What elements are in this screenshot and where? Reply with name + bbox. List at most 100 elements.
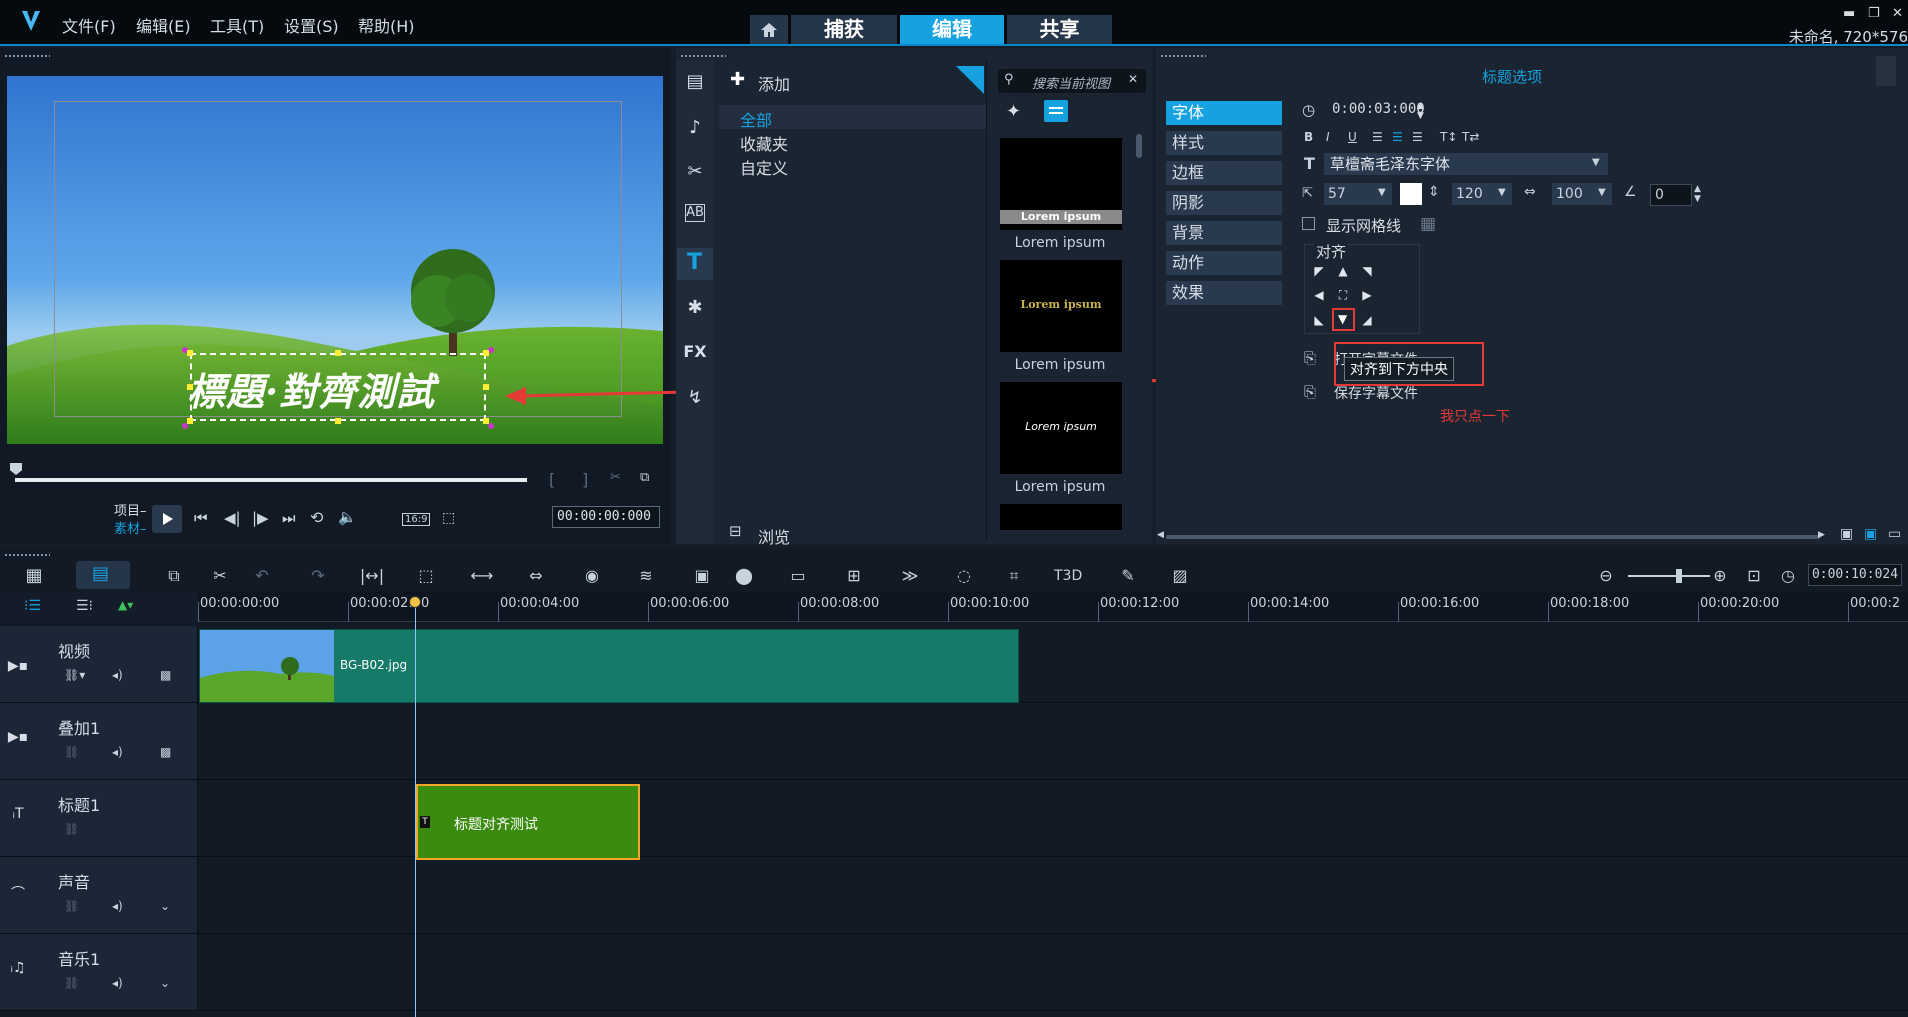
volume-icon[interactable]: 🔈 (338, 508, 357, 526)
close-icon[interactable]: ✕ (1892, 6, 1903, 21)
timecode-field[interactable]: 00:00:00:000 (552, 506, 660, 528)
browse-icon[interactable]: ⊟ (729, 522, 742, 540)
text-direction-icon[interactable]: T⇄ (1462, 130, 1479, 144)
zoom-in-icon[interactable]: ⊕ (1706, 564, 1734, 588)
tab-background[interactable]: 背景 (1166, 221, 1282, 245)
crop-mode-icon[interactable]: ⬚ (442, 510, 455, 526)
volume-icon[interactable]: ◂) (112, 668, 123, 682)
align-right-icon[interactable]: ☰ (1412, 130, 1423, 144)
align-bottom-left-icon[interactable]: ◣ (1312, 313, 1326, 327)
slip-icon[interactable]: ⟷ (468, 564, 496, 588)
align-top-center-icon[interactable]: ▲ (1336, 264, 1350, 278)
menu-edit[interactable]: 编辑(E) (136, 13, 191, 37)
view-mode-icon[interactable]: ▭ (1888, 526, 1901, 542)
repeat-icon[interactable]: ⟲ (310, 508, 323, 527)
category-favorites[interactable]: 收藏夹 (740, 131, 788, 155)
view-mode-icon[interactable]: ▣ (1864, 526, 1877, 542)
template-icon[interactable]: AB (685, 204, 705, 222)
restore-icon[interactable]: ❐ (1868, 6, 1880, 21)
search-box[interactable]: ⚲ 搜索当前视图 ✕ (998, 69, 1146, 93)
expand-icon[interactable]: ⌄ (160, 899, 170, 913)
show-grid-checkbox[interactable] (1302, 217, 1315, 230)
show-grid-label[interactable]: 显示网格线 (1326, 215, 1401, 236)
chevron-down-icon[interactable]: ▼ (1598, 187, 1606, 198)
volume-icon[interactable]: ◂) (112, 976, 123, 990)
minimize-icon[interactable]: ▬ (1843, 6, 1855, 21)
scroll-right-icon[interactable]: ▶ (1818, 530, 1825, 540)
category-all[interactable]: 全部 (740, 107, 772, 131)
library-scrollbar[interactable] (1136, 134, 1142, 158)
scrub-bar[interactable] (15, 478, 527, 482)
align-middle-right-icon[interactable]: ▶ (1360, 288, 1374, 302)
title-thumbnail[interactable]: Lorem ipsum (1000, 382, 1122, 474)
track-manager-icon[interactable]: ⧉ (160, 564, 188, 588)
project-mode-label[interactable]: 项目– (114, 500, 147, 519)
options-scrollbar[interactable] (1166, 535, 1820, 539)
go-to-start-icon[interactable]: ⏮ (194, 509, 208, 527)
align-bottom-center-button[interactable]: ▼ (1332, 308, 1355, 331)
bold-icon[interactable]: B (1304, 130, 1313, 144)
color-icon[interactable]: ⬤ (730, 564, 758, 588)
split-clip-icon[interactable]: ✂ (610, 470, 621, 485)
angle-field[interactable]: 0 (1650, 184, 1692, 206)
italic-icon[interactable]: I (1326, 130, 1330, 144)
link-icon[interactable]: ⛓ (64, 822, 79, 836)
tab-style[interactable]: 样式 (1166, 131, 1282, 155)
tab-share[interactable]: 共享 (1007, 15, 1112, 44)
tab-capture[interactable]: 捕获 (791, 15, 897, 44)
tab-border[interactable]: 边框 (1166, 161, 1282, 185)
add-button[interactable]: 添加 (758, 71, 790, 95)
playhead-handle[interactable] (409, 596, 421, 608)
multicam-icon[interactable]: ▣ (688, 564, 716, 588)
clip-mode-label[interactable]: 素材– (114, 518, 147, 537)
favorite-star-icon[interactable]: ✦ (1006, 101, 1021, 122)
font-color-swatch[interactable] (1400, 183, 1422, 205)
3d-title-icon[interactable]: T3D (1054, 564, 1082, 588)
volume-icon[interactable]: ◂) (112, 899, 123, 913)
effects-icon[interactable]: ▨ (1166, 564, 1194, 588)
chevron-down-icon[interactable]: ▼ (1378, 187, 1386, 198)
link-icon[interactable]: ⛓ (64, 745, 79, 759)
menu-help[interactable]: 帮助(H) (358, 13, 415, 37)
zoom-slider[interactable] (1628, 575, 1710, 577)
tab-motion[interactable]: 动作 (1166, 251, 1282, 275)
vertical-text-icon[interactable]: T↕ (1440, 130, 1457, 144)
preview-canvas[interactable]: 標題·對齊測試 (7, 76, 663, 444)
undo-icon[interactable]: ↶ (248, 564, 276, 588)
resize-handle[interactable] (187, 418, 193, 424)
ripple-icon[interactable]: ▩ (160, 668, 171, 682)
menu-file[interactable]: 文件(F) (62, 13, 116, 37)
track-motion-icon[interactable]: ⌗ (1000, 564, 1028, 588)
fit-icon[interactable]: ⬚ (412, 564, 440, 588)
browse-button[interactable]: 浏览 (758, 524, 790, 548)
options-collapse-button[interactable] (1876, 56, 1896, 86)
paint-icon[interactable]: ✎ (1114, 564, 1142, 588)
align-bottom-right-icon[interactable]: ◢ (1360, 313, 1374, 327)
storyboard-view-icon[interactable]: ▦ (20, 564, 48, 588)
duration-field[interactable]: 0:00:03:000 (1332, 101, 1425, 117)
align-center-icon[interactable]: ☰ (1392, 130, 1403, 144)
ripple-icon[interactable]: ▩ (160, 745, 171, 759)
link-icon[interactable]: ⛓ (64, 976, 79, 990)
volume-icon[interactable]: ◂) (112, 745, 123, 759)
graphics-icon[interactable]: ✱ (681, 294, 709, 322)
split-screen-icon[interactable]: ⊞ (840, 564, 868, 588)
next-frame-icon[interactable]: |▶ (252, 509, 269, 527)
resize-handle[interactable] (483, 418, 489, 424)
trim-icon[interactable]: |↔| (358, 564, 386, 588)
title-category-button[interactable]: T (677, 248, 713, 280)
tab-effects[interactable]: 效果 (1166, 281, 1282, 305)
resize-handle[interactable] (187, 384, 193, 390)
align-top-right-icon[interactable]: ◥ (1360, 264, 1374, 278)
title-clip[interactable]: T 标题对齐测试 (416, 784, 640, 860)
media-icon[interactable]: ▤ (681, 68, 709, 96)
resize-handle[interactable] (335, 418, 341, 424)
list-view-icon[interactable] (1044, 100, 1068, 122)
record-icon[interactable]: ◉ (578, 564, 606, 588)
audio-mix-icon[interactable]: ≋ (632, 564, 660, 588)
zoom-out-icon[interactable]: ⊖ (1592, 564, 1620, 588)
clear-search-icon[interactable]: ✕ (1128, 72, 1138, 86)
underline-icon[interactable]: U (1348, 130, 1357, 144)
menu-settings[interactable]: 设置(S) (284, 13, 339, 37)
tab-edit[interactable]: 编辑 (900, 15, 1004, 44)
